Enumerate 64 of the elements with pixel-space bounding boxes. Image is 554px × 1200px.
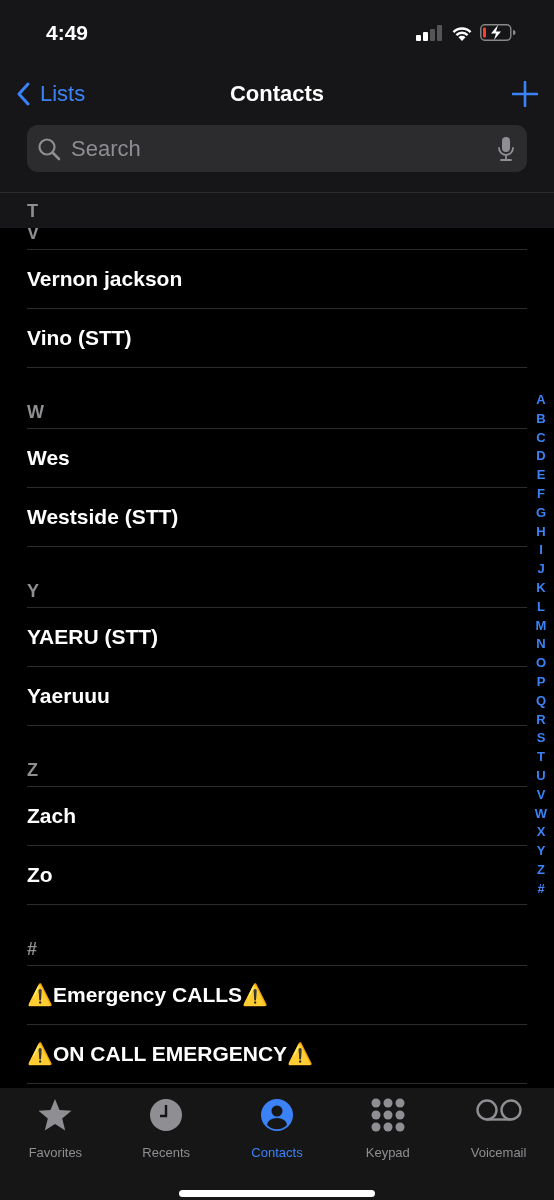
index-letter[interactable]: J — [537, 560, 545, 579]
battery-charging-icon — [480, 24, 516, 41]
index-letter[interactable]: L — [537, 597, 545, 617]
nav-title: Contacts — [229, 81, 325, 107]
contact-name[interactable]: ⚠Emergency CALLS⚠ — [27, 983, 269, 1007]
index-letter[interactable]: M — [535, 616, 547, 636]
index-letter[interactable]: Y — [536, 842, 546, 861]
index-letter[interactable]: # — [537, 879, 545, 899]
status-time: 4:49 — [46, 20, 89, 45]
contact-name[interactable]: Westside (STT) — [27, 505, 179, 529]
tab[interactable]: Voicemail — [448, 1098, 549, 1160]
index-letter[interactable]: T — [537, 748, 545, 767]
index-letter[interactable]: W — [534, 804, 548, 824]
index-letter[interactable]: F — [537, 485, 545, 504]
star-icon — [37, 1098, 74, 1132]
tab[interactable]: Contacts — [227, 1098, 327, 1160]
add-icon[interactable] — [512, 81, 538, 107]
contact-name[interactable]: Vino (STT) — [27, 326, 132, 350]
index-letter[interactable]: N — [536, 635, 546, 655]
index-letter[interactable]: C — [536, 428, 546, 448]
index-letter[interactable]: D — [536, 447, 546, 467]
microphone-icon[interactable] — [497, 135, 515, 162]
contact-name[interactable]: Vernon jackson — [27, 267, 183, 291]
person-icon — [260, 1098, 294, 1132]
index-letter[interactable]: S — [536, 729, 546, 749]
section-letter: Z — [27, 760, 38, 780]
index-letter[interactable]: O — [535, 654, 547, 673]
index-letter[interactable]: I — [539, 541, 543, 561]
index-letter[interactable]: B — [536, 409, 546, 429]
contact-name[interactable]: Wes — [27, 446, 70, 470]
contact-name[interactable]: Zach — [27, 804, 76, 828]
section-letter: T — [27, 200, 38, 221]
index-letter[interactable]: U — [536, 766, 546, 786]
chevron-left-icon — [16, 82, 30, 106]
index-letter[interactable]: P — [536, 672, 546, 692]
search-field[interactable]: Search — [27, 125, 527, 172]
section-letter: Y — [27, 581, 39, 601]
contact-name[interactable]: Zo — [27, 863, 53, 887]
contact-name[interactable]: YAERU (STT) — [27, 625, 159, 649]
contact-name[interactable]: ⚠ON CALL EMERGENCY⚠ — [27, 1042, 314, 1066]
index-letter[interactable]: R — [536, 710, 546, 730]
index-letter[interactable]: G — [535, 503, 547, 523]
section-letter: W — [27, 402, 44, 422]
index-letter[interactable]: X — [536, 823, 546, 843]
index-letter[interactable]: E — [536, 466, 546, 485]
index-letter[interactable]: H — [536, 522, 546, 542]
voicemail-icon — [474, 1098, 523, 1122]
clock-icon — [149, 1098, 184, 1132]
contact-name[interactable]: Yaeruuu — [27, 684, 110, 708]
section-letter: # — [27, 939, 37, 959]
keypad-icon — [370, 1098, 405, 1132]
back-button[interactable]: Lists — [16, 81, 86, 107]
tab[interactable]: Favorites — [5, 1098, 106, 1160]
index-letter[interactable]: Q — [535, 691, 547, 711]
index-letter[interactable]: V — [536, 785, 546, 805]
index-letter[interactable]: K — [536, 578, 546, 598]
wifi-icon — [451, 24, 473, 41]
index-letter[interactable]: A — [536, 391, 546, 410]
tab[interactable]: Recents — [116, 1098, 217, 1160]
index-letter[interactable]: Z — [537, 860, 545, 880]
tab[interactable]: Keypad — [337, 1098, 438, 1160]
search-icon — [37, 136, 61, 161]
search-input[interactable]: Search — [69, 134, 489, 163]
signal-icon — [416, 24, 444, 41]
